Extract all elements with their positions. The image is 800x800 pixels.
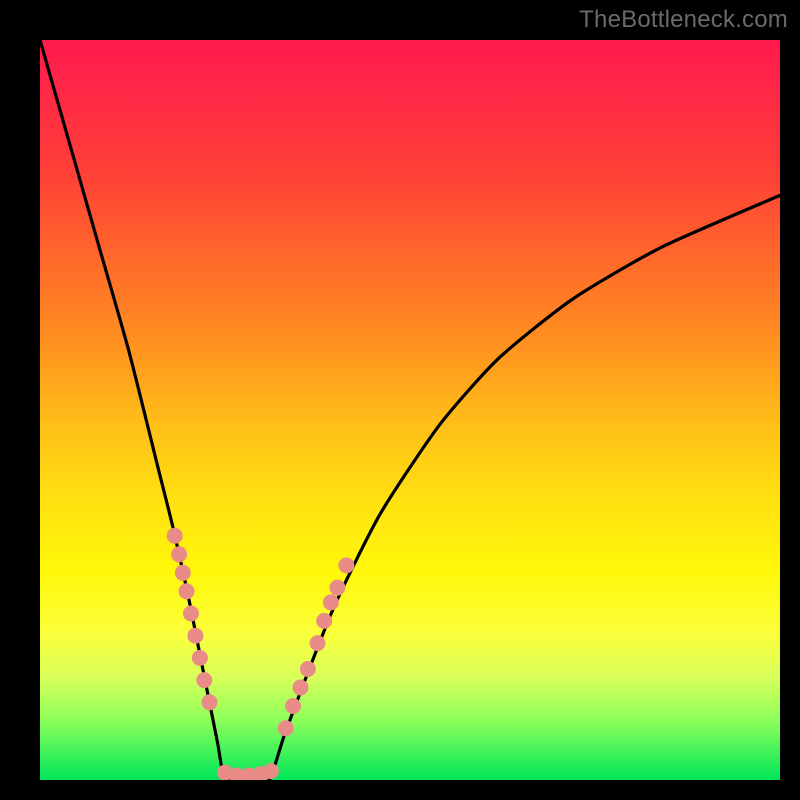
- data-point: [310, 635, 326, 651]
- data-point: [179, 583, 195, 599]
- data-point: [263, 763, 279, 779]
- data-point: [285, 698, 301, 714]
- data-point: [196, 672, 212, 688]
- data-point: [329, 580, 345, 596]
- data-point: [300, 661, 316, 677]
- curve-group: [40, 40, 780, 780]
- data-point: [183, 606, 199, 622]
- data-point: [316, 613, 332, 629]
- dots-group: [167, 528, 355, 780]
- data-point: [167, 528, 183, 544]
- data-point: [192, 650, 208, 666]
- data-point: [187, 628, 203, 644]
- chart-svg: [40, 40, 780, 780]
- plot-area: [40, 40, 780, 780]
- data-point: [278, 720, 294, 736]
- bottleneck-curve: [40, 40, 780, 780]
- chart-stage: TheBottleneck.com: [0, 0, 800, 800]
- data-point: [292, 680, 308, 696]
- data-point: [338, 557, 354, 573]
- data-point: [171, 546, 187, 562]
- data-point: [201, 694, 217, 710]
- data-point: [175, 565, 191, 581]
- watermark-text: TheBottleneck.com: [579, 6, 788, 34]
- data-point: [323, 594, 339, 610]
